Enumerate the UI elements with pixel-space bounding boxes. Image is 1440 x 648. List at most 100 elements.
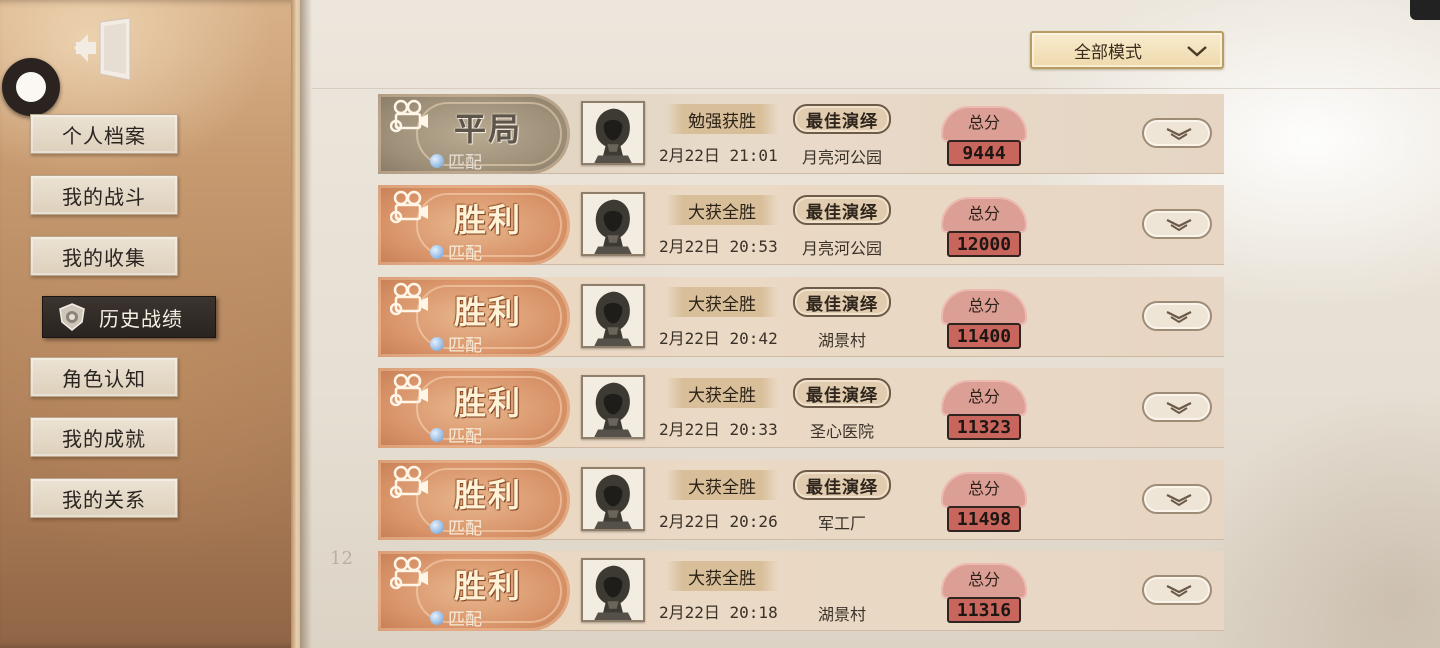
best-performance-badge: 最佳演绎 xyxy=(793,195,891,225)
sidebar-item-battles[interactable]: 我的战斗 xyxy=(30,175,178,215)
replay-camera-icon[interactable] xyxy=(390,373,430,407)
replay-camera-icon[interactable] xyxy=(390,190,430,224)
avatar[interactable] xyxy=(581,467,645,531)
score-label-text: 总分 xyxy=(967,387,1000,406)
expand-details-button[interactable] xyxy=(1142,118,1212,148)
score-value: 11400 xyxy=(947,323,1021,349)
avatar[interactable] xyxy=(581,192,645,256)
expand-details-button[interactable] xyxy=(1142,575,1212,605)
expand-details-button[interactable] xyxy=(1142,301,1212,331)
expand-details-button[interactable] xyxy=(1142,209,1212,239)
match-result-text: 胜利 xyxy=(453,293,522,331)
double-chevron-down-icon xyxy=(1166,219,1192,232)
floating-assist-button[interactable] xyxy=(2,58,60,116)
assist-button-dot xyxy=(16,72,46,102)
match-mode-tag: 匹配 xyxy=(430,239,482,264)
match-row[interactable]: 平局 匹配 勉强获胜 2月22日 21:01 最佳演绎 月亮河公园 总分 944… xyxy=(378,94,1224,174)
match-outcome-text: 勉强获胜 xyxy=(688,111,756,132)
replay-camera-icon[interactable] xyxy=(390,556,430,590)
best-performance-text: 最佳演绎 xyxy=(806,477,878,498)
match-map-name: 湖景村 xyxy=(817,605,866,624)
double-chevron-down-icon xyxy=(1166,311,1192,324)
score-value: 11323 xyxy=(947,414,1021,440)
hooded-character-icon xyxy=(583,194,643,254)
result-plate: 胜利 匹配 xyxy=(378,277,570,357)
result-plate: 平局 匹配 xyxy=(378,94,570,174)
hooded-character-icon xyxy=(583,560,643,620)
match-row[interactable]: 胜利 匹配 大获全胜 2月22日 20:26 最佳演绎 军工厂 总分 11498 xyxy=(378,460,1224,540)
match-outcome-banner: 勉强获胜 xyxy=(666,104,778,134)
sidebar-item-label: 我的关系 xyxy=(62,487,146,512)
sidebar-item-history[interactable]: 历史战绩 xyxy=(42,296,216,338)
match-row[interactable]: 胜利 匹配 大获全胜 2月22日 20:18 湖景村 总分 11316 xyxy=(378,551,1224,631)
match-datetime: 2月22日 20:42 xyxy=(659,329,778,348)
total-score-box: 总分 11316 xyxy=(941,563,1027,625)
hooded-character-icon xyxy=(583,286,643,346)
avatar[interactable] xyxy=(581,375,645,439)
match-mode-label: 匹配 xyxy=(448,610,482,630)
mode-filter-dropdown[interactable]: 全部模式 xyxy=(1030,31,1224,69)
double-chevron-down-icon xyxy=(1166,494,1192,507)
globe-icon xyxy=(430,519,444,534)
match-mode-tag: 匹配 xyxy=(430,605,482,630)
total-score-box: 总分 11323 xyxy=(941,380,1027,442)
sidebar-item-label: 历史战绩 xyxy=(99,306,183,331)
avatar[interactable] xyxy=(581,284,645,348)
double-chevron-down-icon xyxy=(1166,402,1192,415)
match-mode-label: 匹配 xyxy=(448,244,482,264)
avatar[interactable] xyxy=(581,558,645,622)
mode-filter-value: 全部模式 xyxy=(1074,42,1142,63)
device-corner xyxy=(1410,0,1440,20)
match-datetime: 2月22日 20:33 xyxy=(659,420,778,439)
total-score-box: 总分 12000 xyxy=(941,197,1027,259)
sidebar-item-profile[interactable]: 个人档案 xyxy=(30,114,178,154)
match-map-name: 湖景村 xyxy=(817,331,866,350)
best-performance-text: 最佳演绎 xyxy=(806,385,878,406)
best-performance-text: 最佳演绎 xyxy=(806,294,878,315)
sidebar-item-character[interactable]: 角色认知 xyxy=(30,357,178,397)
score-label: 总分 xyxy=(941,563,1027,599)
best-performance-badge: 最佳演绎 xyxy=(793,378,891,408)
exit-door-icon[interactable] xyxy=(74,17,134,81)
replay-camera-icon[interactable] xyxy=(390,465,430,499)
sidebar-item-collection[interactable]: 我的收集 xyxy=(30,236,178,276)
best-performance-badge: 最佳演绎 xyxy=(793,470,891,500)
score-label-text: 总分 xyxy=(967,296,1000,315)
match-mode-tag: 匹配 xyxy=(430,514,482,539)
globe-icon xyxy=(430,244,444,259)
globe-icon xyxy=(430,427,444,442)
sidebar-item-label: 个人档案 xyxy=(62,123,146,148)
match-mode-tag: 匹配 xyxy=(430,148,482,173)
replay-camera-icon[interactable] xyxy=(390,99,430,133)
page-mark: 12 xyxy=(330,548,353,569)
match-row[interactable]: 胜利 匹配 大获全胜 2月22日 20:53 最佳演绎 月亮河公园 总分 120… xyxy=(378,185,1224,265)
expand-details-button[interactable] xyxy=(1142,392,1212,422)
score-label-text: 总分 xyxy=(967,570,1000,589)
match-outcome-text: 大获全胜 xyxy=(688,202,756,223)
hooded-character-icon xyxy=(583,469,643,529)
match-mode-tag: 匹配 xyxy=(430,331,482,356)
sidebar-item-label: 我的成就 xyxy=(62,426,146,451)
globe-icon xyxy=(430,153,444,168)
total-score-box: 总分 9444 xyxy=(941,106,1027,168)
match-outcome-banner: 大获全胜 xyxy=(666,378,778,408)
avatar[interactable] xyxy=(581,101,645,165)
score-value: 11498 xyxy=(947,506,1021,532)
result-plate: 胜利 匹配 xyxy=(378,551,570,631)
match-outcome-banner: 大获全胜 xyxy=(666,470,778,500)
match-row[interactable]: 胜利 匹配 大获全胜 2月22日 20:33 最佳演绎 圣心医院 总分 1132… xyxy=(378,368,1224,448)
sidebar-item-relations[interactable]: 我的关系 xyxy=(30,478,178,518)
score-label: 总分 xyxy=(941,472,1027,508)
replay-camera-icon[interactable] xyxy=(390,282,430,316)
sidebar-item-achievements[interactable]: 我的成就 xyxy=(30,417,178,457)
match-datetime: 2月22日 21:01 xyxy=(659,146,778,165)
sidebar-item-label: 我的收集 xyxy=(62,245,146,270)
match-result-text: 胜利 xyxy=(453,476,522,514)
expand-details-button[interactable] xyxy=(1142,484,1212,514)
result-plate: 胜利 匹配 xyxy=(378,460,570,540)
match-row[interactable]: 胜利 匹配 大获全胜 2月22日 20:42 最佳演绎 湖景村 总分 11400 xyxy=(378,277,1224,357)
match-result-text: 胜利 xyxy=(453,384,522,422)
match-outcome-banner: 大获全胜 xyxy=(666,195,778,225)
match-outcome-banner: 大获全胜 xyxy=(666,287,778,317)
match-mode-label: 匹配 xyxy=(448,519,482,539)
